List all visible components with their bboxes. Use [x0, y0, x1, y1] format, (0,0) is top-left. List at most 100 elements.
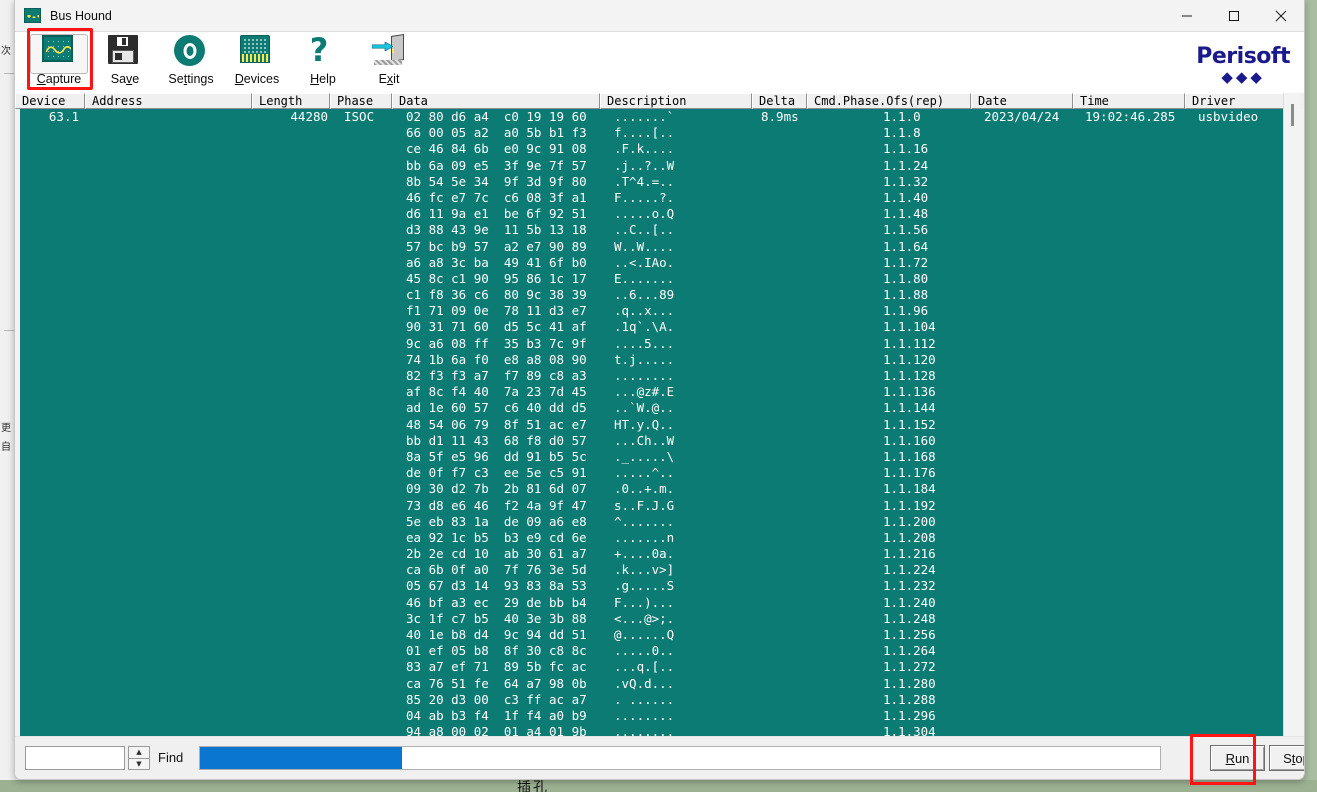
- cell-device: 63.1: [48, 109, 80, 124]
- spinner-up-icon[interactable]: ▲: [129, 747, 149, 759]
- cell-data: 45 8c c1 90 95 86 1c 17: [406, 270, 587, 286]
- capture-button[interactable]: Capture: [26, 33, 92, 91]
- run-button[interactable]: Run: [1210, 745, 1265, 771]
- cell-description: F.....?.: [614, 189, 675, 205]
- grid-header-data[interactable]: Data: [392, 93, 600, 109]
- table-row[interactable]: d3 88 43 9e 11 5b 13 18 ..C..[.. 1.1.56: [20, 222, 1297, 238]
- cell-description: +....0a.: [614, 546, 675, 562]
- background-glyph-1: 更: [1, 423, 11, 434]
- maximize-icon[interactable]: [1211, 0, 1257, 31]
- table-row[interactable]: 5e eb 83 1a de 09 a6 e8 ^....... 1.1.200: [20, 514, 1297, 530]
- table-row[interactable]: 85 20 d3 00 c3 ff ac a7 . ...... 1.1.288: [20, 692, 1297, 708]
- table-row[interactable]: 40 1e b8 d4 9c 94 dd 51 @......Q 1.1.256: [20, 627, 1297, 643]
- grid-header-address[interactable]: Address: [85, 93, 252, 109]
- cell-description: .....0..: [614, 643, 675, 659]
- cell-cmd: 1.1.280: [883, 675, 936, 691]
- minimize-icon[interactable]: [1164, 0, 1210, 31]
- cell-data: bb 6a 09 e5 3f 9e 7f 57: [406, 157, 587, 173]
- table-row[interactable]: 90 31 71 60 d5 5c 41 af .1q`.\A. 1.1.104: [20, 319, 1297, 335]
- table-row[interactable]: 73 d8 e6 46 f2 4a 9f 47 s..F.J.G 1.1.192: [20, 498, 1297, 514]
- grid-header-cmd[interactable]: Cmd.Phase.Ofs(rep): [807, 93, 971, 109]
- cell-data: af 8c f4 40 7a 23 7d 45: [406, 384, 587, 400]
- cell-data: c1 f8 36 c6 80 9c 38 39: [406, 287, 587, 303]
- cell-cmd: 1.1.272: [883, 659, 936, 675]
- cell-cmd: 1.1.224: [883, 562, 936, 578]
- table-row[interactable]: de 0f f7 c3 ee 5e c5 91 .....^.. 1.1.176: [20, 465, 1297, 481]
- grid-header-driver[interactable]: Driver: [1185, 93, 1299, 109]
- spinner-down-icon[interactable]: ▼: [129, 759, 149, 770]
- table-row[interactable]: bb 6a 09 e5 3f 9e 7f 57 .j..?..W 1.1.24: [20, 158, 1297, 174]
- table-row[interactable]: ca 76 51 fe 64 a7 98 0b .vQ.d... 1.1.280: [20, 676, 1297, 692]
- table-row[interactable]: 09 30 d2 7b 2b 81 6d 07 .0..+.m. 1.1.184: [20, 481, 1297, 497]
- table-row[interactable]: d6 11 9a e1 be 6f 92 51 .....o.Q 1.1.48: [20, 206, 1297, 222]
- cell-cmd: 1.1.240: [883, 594, 936, 610]
- table-row[interactable]: 2b 2e cd 10 ab 30 61 a7 +....0a. 1.1.216: [20, 546, 1297, 562]
- table-row[interactable]: 74 1b 6a f0 e8 a8 08 90 t.j..... 1.1.120: [20, 352, 1297, 368]
- find-input[interactable]: [25, 746, 125, 770]
- grid-body[interactable]: 63.1 44280 ISOC 02 80 d6 a4 c0 19 19 60....…: [20, 109, 1297, 737]
- table-row[interactable]: 05 67 d3 14 93 83 8a 53 .g.....S 1.1.232: [20, 578, 1297, 594]
- table-row[interactable]: ca 6b 0f a0 7f 76 3e 5d .k...v>] 1.1.224: [20, 562, 1297, 578]
- cell-cmd: 1.1.168: [883, 448, 936, 464]
- table-row[interactable]: ce 46 84 6b e0 9c 91 08 .F.k.... 1.1.16: [20, 141, 1297, 157]
- table-row[interactable]: 01 ef 05 b8 8f 30 c8 8c .....0.. 1.1.264: [20, 643, 1297, 659]
- exit-button[interactable]: Exit: [356, 33, 422, 91]
- question-mark-icon: ?: [309, 31, 329, 69]
- cell-description: @......Q: [614, 627, 675, 642]
- grid-header-time[interactable]: Time: [1073, 93, 1185, 109]
- vertical-scrollbar[interactable]: [1283, 93, 1300, 737]
- table-row[interactable]: 82 f3 f3 a7 f7 89 c8 a3........ 1.1.128: [20, 368, 1297, 384]
- table-row[interactable]: 48 54 06 79 8f 51 ac e7 HT.y.Q.. 1.1.152: [20, 417, 1297, 433]
- table-row[interactable]: 04 ab b3 f4 1f f4 a0 b9........ 1.1.296: [20, 708, 1297, 724]
- table-row[interactable]: f1 71 09 0e 78 11 d3 e7 .q..x... 1.1.96: [20, 303, 1297, 319]
- table-row[interactable]: 8b 54 5e 34 9f 3d 9f 80 .T^4.=.. 1.1.32: [20, 174, 1297, 190]
- stop-button[interactable]: Stop: [1269, 745, 1304, 771]
- table-row[interactable]: bb d1 11 43 68 f8 d0 57 ...Ch..W 1.1.160: [20, 433, 1297, 449]
- table-row[interactable]: a6 a8 3c ba 49 41 6f b0 ..<.IAo. 1.1.72: [20, 255, 1297, 271]
- table-row[interactable]: af 8c f4 40 7a 23 7d 45 ...@z#.E 1.1.136: [20, 384, 1297, 400]
- cell-data: 66 00 05 a2 a0 5b b1 f3: [406, 125, 587, 141]
- table-row[interactable]: 3c 1f c7 b5 40 3e 3b 88 <...@>;. 1.1.248: [20, 611, 1297, 627]
- cell-description: <...@>;.: [614, 610, 675, 626]
- table-row[interactable]: 8a 5f e5 96 dd 91 b5 5c ._.....\ 1.1.168: [20, 449, 1297, 465]
- table-row[interactable]: 9c a6 08 ff 35 b3 7c 9f ....5... 1.1.112: [20, 336, 1297, 352]
- grid-header-date[interactable]: Date: [971, 93, 1073, 109]
- bottom-toolbar: ▲ ▼ Find Run Stop: [15, 736, 1304, 779]
- table-row[interactable]: 46 bf a3 ec 29 de bb b4 F...)... 1.1.240: [20, 595, 1297, 611]
- find-label: Find: [158, 750, 184, 765]
- find-spinner[interactable]: ▲ ▼: [128, 746, 150, 770]
- cell-cmd: 1.1.216: [883, 546, 936, 562]
- grid-header-length[interactable]: Length: [252, 93, 330, 109]
- grid-header-delta[interactable]: Delta: [752, 93, 807, 109]
- help-button[interactable]: ? Help: [290, 33, 356, 91]
- cell-cmd: 1.1.296: [883, 707, 936, 723]
- close-icon[interactable]: [1258, 0, 1304, 31]
- grid-header-description[interactable]: Description: [600, 93, 752, 109]
- scrollbar-thumb[interactable]: [1291, 104, 1294, 126]
- cell-cmd: 1.1.56: [883, 222, 929, 238]
- table-row[interactable]: ad 1e 60 57 c6 40 dd d5 ..`W.@.. 1.1.144: [20, 400, 1297, 416]
- settings-button[interactable]: Settings: [158, 33, 224, 91]
- cell-description: ..6...89: [614, 287, 675, 303]
- table-row[interactable]: 66 00 05 a2 a0 5b b1 f3 f....[.. 1.1.8: [20, 125, 1297, 141]
- cell-cmd: 1.1.184: [883, 481, 936, 497]
- table-row[interactable]: 46 fc e7 7c c6 08 3f a1 F.....?. 1.1.40: [20, 190, 1297, 206]
- cell-cmd: 1.1.104: [883, 319, 936, 335]
- grid-header-device[interactable]: Device: [15, 93, 85, 109]
- cell-data: 8a 5f e5 96 dd 91 b5 5c: [406, 448, 587, 464]
- table-row[interactable]: 57 bc b9 57 a2 e7 90 89 W..W.... 1.1.64: [20, 239, 1297, 255]
- cell-cmd: 1.1.120: [883, 351, 936, 367]
- table-row[interactable]: 63.1 44280 ISOC 02 80 d6 a4 c0 19 19 60....…: [20, 109, 1297, 125]
- cell-cmd: 1.1.8: [883, 125, 921, 141]
- cell-data: 46 bf a3 ec 29 de bb b4: [406, 594, 587, 610]
- save-button[interactable]: Save: [92, 33, 158, 91]
- table-row[interactable]: ea 92 1c b5 b3 e9 cd 6e .......n 1.1.208: [20, 530, 1297, 546]
- help-button-label: Help: [310, 72, 336, 86]
- devices-button[interactable]: Devices: [224, 33, 290, 91]
- table-row[interactable]: c1 f8 36 c6 80 9c 38 39 ..6...89 1.1.88: [20, 287, 1297, 303]
- table-row[interactable]: 83 a7 ef 71 89 5b fc ac ...q.[.. 1.1.272: [20, 659, 1297, 675]
- cell-description: f....[..: [614, 125, 675, 141]
- cell-cmd: 1.1.136: [883, 384, 936, 400]
- table-row[interactable]: 45 8c c1 90 95 86 1c 17 E....... 1.1.80: [20, 271, 1297, 287]
- grid-header-phase[interactable]: Phase: [330, 93, 392, 109]
